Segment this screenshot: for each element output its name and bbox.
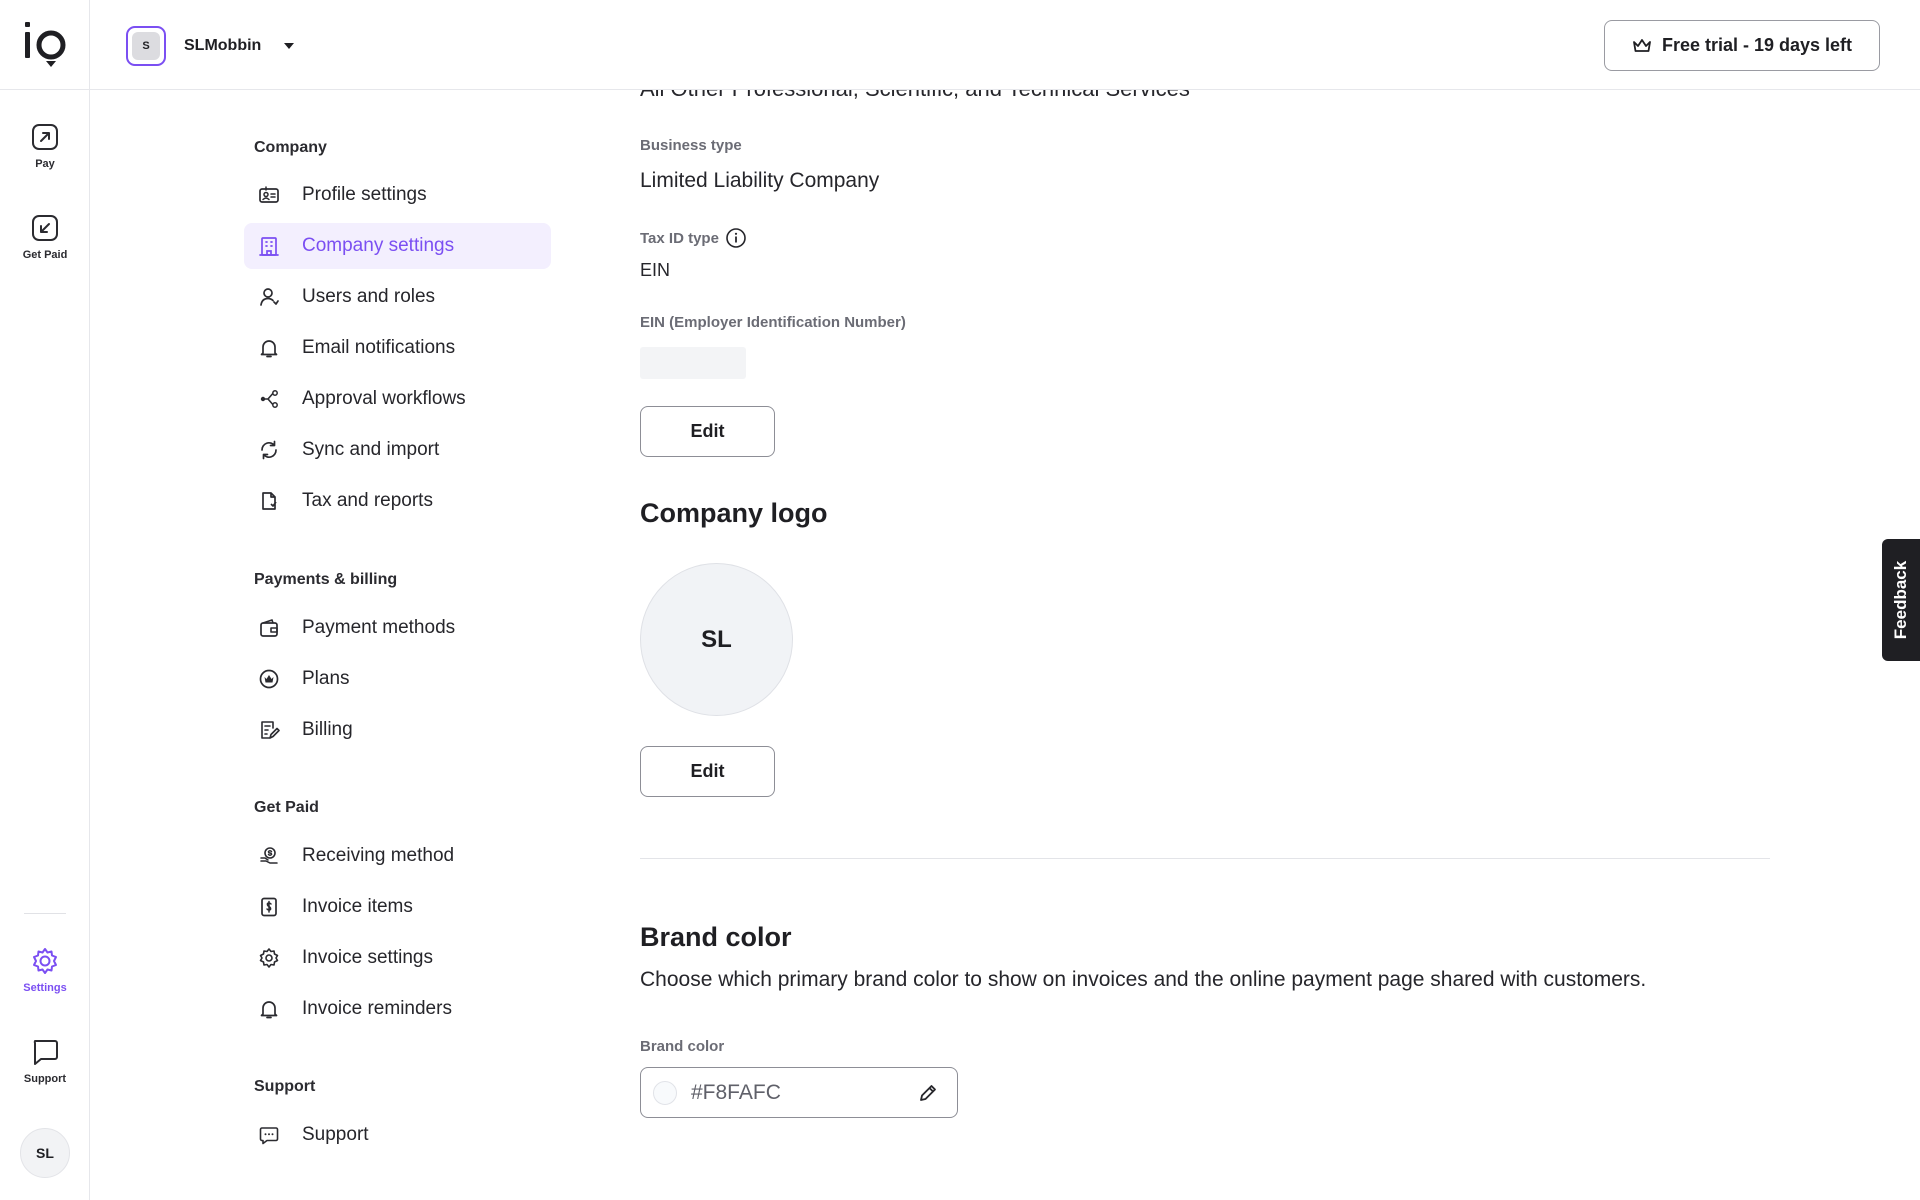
company-logo-placeholder: SL — [640, 563, 793, 716]
section-divider — [640, 858, 1770, 859]
brand-color-value: #F8FAFC — [691, 1080, 781, 1104]
feedback-tab[interactable]: Feedback — [1882, 539, 1920, 661]
rail-item-settings[interactable]: Settings — [0, 946, 90, 994]
nav-item-approval-workflows[interactable]: Approval workflows — [244, 376, 551, 422]
arrow-down-left-square-icon — [32, 215, 58, 241]
tax-id-type-value: EIN — [640, 260, 671, 280]
bell-icon — [260, 340, 278, 358]
billing-icon — [261, 721, 280, 739]
company-logo-title: Company logo — [640, 498, 828, 528]
company-initial: S — [132, 32, 160, 60]
ein-value-masked — [640, 347, 746, 379]
nav-item-billing[interactable]: Billing — [244, 707, 551, 753]
crown-circle-icon — [259, 669, 279, 689]
ein-label: EIN (Employer Identification Number) — [640, 314, 906, 331]
gear-icon — [259, 948, 279, 968]
wallet-icon — [260, 619, 278, 637]
nav-item-label: Invoice items — [302, 896, 413, 917]
chat-icon — [259, 1127, 279, 1145]
document-icon — [262, 492, 277, 510]
nav-item-company-settings[interactable]: Company settings — [244, 223, 551, 269]
io-logo-icon — [25, 22, 66, 67]
nav-item-label: Invoice reminders — [302, 998, 452, 1019]
nav-item-label: Email notifications — [302, 337, 456, 358]
nav-item-label: Company settings — [302, 235, 455, 256]
sync-icon — [261, 440, 277, 460]
rail-divider — [0, 89, 90, 90]
building-icon — [259, 237, 279, 256]
bell-icon — [260, 1001, 278, 1019]
chat-bubble-icon — [33, 1040, 58, 1065]
rail-item-label: Pay — [35, 158, 55, 170]
invoice-dollar-icon — [261, 897, 277, 917]
brand-color-field-label: Brand color — [640, 1038, 725, 1055]
nav-item-label: Billing — [302, 719, 353, 740]
rail-item-pay[interactable]: Pay — [0, 122, 90, 170]
nav-item-label: Invoice settings — [302, 947, 433, 968]
nav-item-label: Support — [302, 1124, 369, 1145]
nav-item-invoice-settings[interactable]: Invoice settings — [244, 935, 551, 981]
nav-item-users-and-roles[interactable]: Users and roles — [244, 274, 551, 320]
company-badge: S — [126, 26, 166, 66]
nav-item-email-notifications[interactable]: Email notifications — [244, 325, 551, 371]
nav-item-label: Sync and import — [302, 439, 440, 460]
nav-group-get-paid: Get Paid — [254, 799, 319, 816]
brand-color-description: Choose which primary brand color to show… — [640, 968, 1647, 991]
rail-separator — [24, 913, 66, 914]
nav-item-sync-and-import[interactable]: Sync and import — [244, 427, 551, 473]
nav-group-company: Company — [254, 139, 327, 156]
free-trial-label: Free trial - 19 days left — [1661, 35, 1853, 55]
rail-item-label: Support — [23, 1073, 67, 1085]
nav-group-support: Support — [254, 1078, 316, 1095]
tax-id-type-label-row: Tax ID type — [640, 227, 747, 249]
nav-item-receiving-method[interactable]: Receiving method — [244, 833, 551, 879]
crown-icon — [1633, 38, 1651, 52]
nav-item-label: Payment methods — [302, 617, 456, 638]
company-switcher[interactable]: S SLMobbin — [126, 26, 295, 66]
nav-item-profile-settings[interactable]: Profile settings — [244, 172, 551, 218]
business-type-value: Limited Liability Company — [640, 169, 880, 192]
rail-item-label: Settings — [23, 982, 67, 994]
nav-item-label: Users and roles — [302, 286, 436, 307]
nav-item-invoice-reminders[interactable]: Invoice reminders — [244, 986, 551, 1032]
nav-item-invoice-items[interactable]: Invoice items — [244, 884, 551, 930]
rail-item-support[interactable]: Support — [0, 1037, 90, 1085]
nav-item-label: Receiving method — [302, 845, 455, 866]
nav-item-label: Approval workflows — [302, 388, 466, 409]
app-logo[interactable] — [22, 20, 68, 72]
color-swatch[interactable] — [653, 1080, 677, 1105]
nav-item-plans[interactable]: Plans — [244, 656, 551, 702]
nav-group-payments-billing: Payments & billing — [254, 571, 398, 588]
top-bar: S SLMobbin Free trial - 19 days left — [90, 0, 1920, 90]
nav-item-label: Plans — [302, 668, 350, 689]
pencil-icon[interactable] — [917, 1082, 939, 1104]
edit-company-details-button[interactable]: Edit — [640, 406, 775, 457]
nav-item-payment-methods[interactable]: Payment methods — [244, 605, 551, 651]
company-name: SLMobbin — [184, 37, 262, 54]
free-trial-button[interactable]: Free trial - 19 days left — [1604, 20, 1880, 71]
arrow-up-right-square-icon — [32, 124, 58, 150]
user-icon — [260, 288, 279, 306]
edit-logo-button[interactable]: Edit — [640, 746, 775, 797]
tax-id-type-label: Tax ID type — [640, 229, 719, 247]
receiving-icon — [260, 847, 278, 864]
rail-item-label: Get Paid — [22, 249, 68, 261]
nav-item-label: Tax and reports — [302, 490, 433, 511]
workflow-icon — [260, 390, 278, 408]
rail-item-get-paid[interactable]: Get Paid — [0, 213, 90, 261]
nav-item-tax-and-reports[interactable]: Tax and reports — [244, 478, 551, 524]
user-avatar[interactable]: SL — [20, 1128, 70, 1178]
id-card-icon — [259, 186, 279, 203]
business-type-label: Business type — [640, 137, 742, 154]
brand-color-title: Brand color — [640, 922, 792, 952]
info-icon[interactable] — [725, 227, 747, 249]
gear-icon — [33, 948, 57, 974]
feedback-label: Feedback — [1891, 560, 1910, 640]
app-rail: Pay Get Paid Settings Support SL — [0, 0, 90, 1200]
brand-color-input[interactable]: #F8FAFC — [640, 1067, 958, 1118]
nav-item-support[interactable]: Support — [244, 1112, 551, 1158]
caret-down-icon — [284, 43, 295, 49]
nav-item-label: Profile settings — [302, 184, 427, 205]
